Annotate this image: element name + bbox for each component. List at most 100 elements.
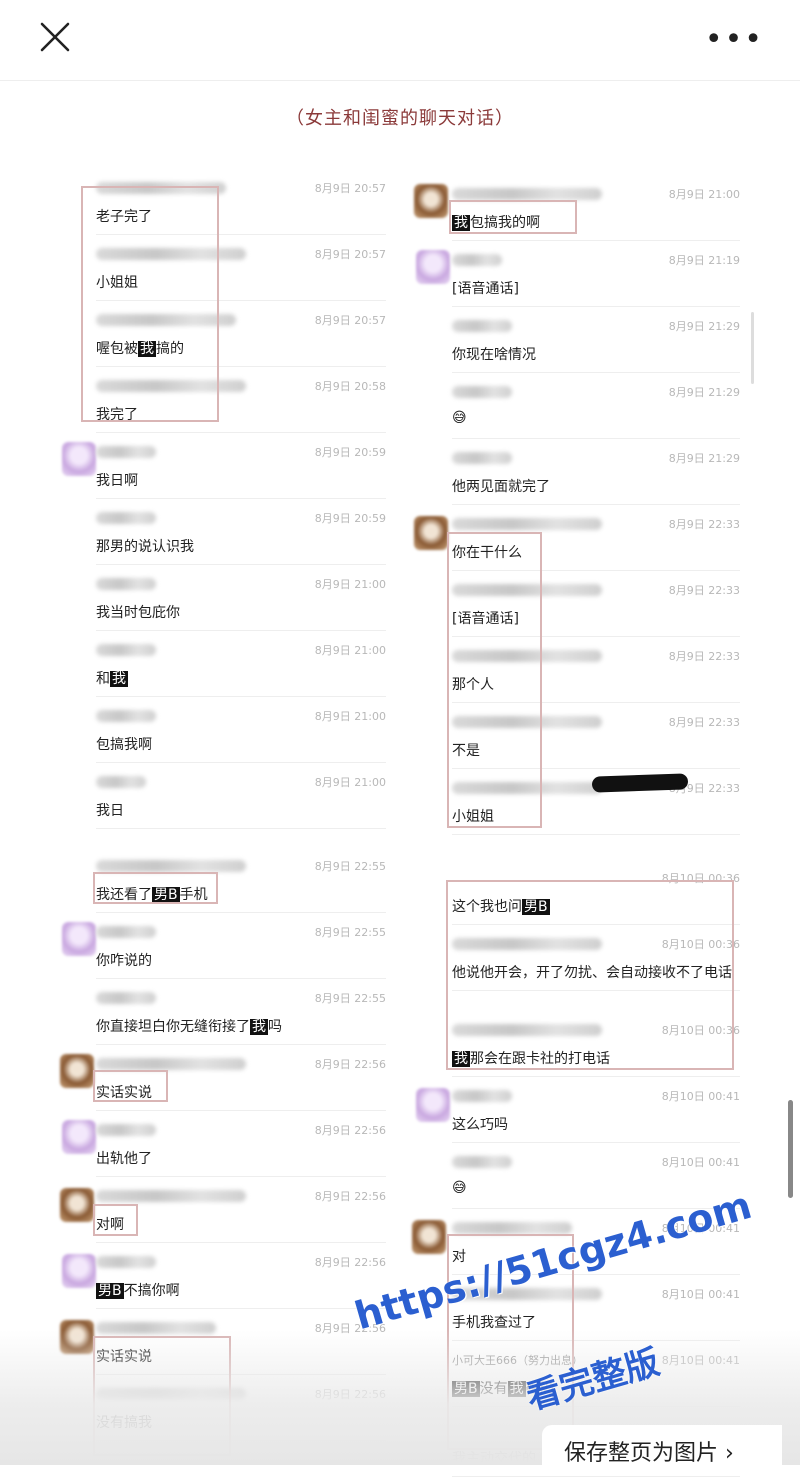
blurred-sender-name [452, 782, 602, 794]
blurred-sender-name [96, 446, 156, 458]
message-timestamp: 8月9日 22:33 [668, 650, 740, 663]
avatar [416, 1088, 450, 1122]
blurred-sender-name [452, 1024, 602, 1036]
message-text: 这个我也问 男B [452, 896, 550, 916]
message-text-part: 小姐姐 [452, 809, 494, 825]
chat-message: 8月9日 20:58 我完了 [96, 366, 386, 433]
blurred-sender-name [452, 254, 502, 266]
chat-message: 8月9日 20:57 喔包被我搞的 [96, 300, 386, 367]
chat-message: 8月9日 20:57 老子完了 [96, 168, 386, 235]
message-timestamp: 8月9日 21:29 [668, 320, 740, 333]
chat-message: 8月9日 21:00 包搞我啊 [96, 696, 386, 763]
chat-message: 8月9日 21:00 和我 [96, 630, 386, 697]
message-timestamp: 8月10日 00:36 [661, 938, 740, 951]
message-text: 我日 [96, 800, 124, 820]
blurred-sender-name [452, 320, 512, 332]
blurred-sender-name [96, 644, 156, 656]
avatar [414, 516, 448, 550]
message-timestamp: 8月9日 21:00 [668, 188, 740, 201]
message-text-part: 他说他开会，开了勿扰、会自动接收不了电话 [452, 965, 732, 981]
message-text-part: 老子完了 [96, 209, 152, 225]
save-page-as-image-button[interactable]: 保存整页为图片 › [542, 1425, 782, 1471]
close-icon[interactable] [38, 20, 72, 54]
censor-label: 我 [452, 215, 470, 231]
message-text-part: 😅 [452, 410, 467, 426]
message-text-part: 那会在跟卡社的打电话 [470, 1051, 610, 1067]
message-text-part: [语音通话] [452, 611, 519, 627]
message-text: [语音通话] [452, 608, 519, 628]
blurred-sender-name [96, 926, 156, 938]
chat-message: 8月9日 21:29 😅 [452, 372, 740, 439]
chat-message: 8月9日 22:55 你直接坦白你无缝衔接了我吗 [96, 978, 386, 1045]
message-timestamp: 8月10日 00:36 [661, 872, 740, 885]
more-options-icon[interactable]: ••• [705, 22, 764, 57]
message-text-part: 出轨他了 [96, 1151, 152, 1167]
message-timestamp: 8月9日 21:29 [668, 452, 740, 465]
censor-label: 我 [138, 341, 156, 357]
message-text: [语音通话] [452, 278, 519, 298]
inner-scrollbar[interactable] [751, 312, 754, 384]
message-text-part: 对啊 [96, 1217, 124, 1233]
chat-message: 8月9日 20:59 那男的说认识我 [96, 498, 386, 565]
message-text: 小姐姐 [452, 806, 494, 826]
censor-label: 男B [96, 1283, 124, 1299]
avatar [60, 1054, 94, 1088]
message-text: 我日啊 [96, 470, 138, 490]
chat-message: 8月9日 22:33 不是 [452, 702, 740, 769]
blurred-sender-name [452, 584, 602, 596]
censor-label: 男B [152, 887, 180, 903]
message-text: 这么巧吗 [452, 1114, 508, 1134]
message-text-part: 这个我也问 [452, 899, 522, 915]
chat-message: 8月9日 22:56 对啊 [96, 1176, 386, 1243]
message-text: 他两见面就完了 [452, 476, 550, 496]
message-timestamp: 8月9日 21:29 [668, 386, 740, 399]
message-text-part: 我完了 [96, 407, 138, 423]
page-scrollbar[interactable] [788, 1100, 793, 1198]
message-text: 喔包被我搞的 [96, 338, 184, 358]
blurred-sender-name [452, 188, 602, 200]
message-text-part: 吗 [268, 1019, 282, 1035]
blurred-sender-name [452, 938, 602, 950]
chat-message: 8月10日 00:36 他说他开会，开了勿扰、会自动接收不了电话 [452, 924, 740, 991]
message-text-part: 我当时包庇你 [96, 605, 180, 621]
blurred-sender-name [96, 578, 156, 590]
message-timestamp: 8月10日 00:36 [661, 1024, 740, 1037]
avatar [62, 442, 96, 476]
chat-message: 8月9日 21:29 他两见面就完了 [452, 438, 740, 505]
message-text: 我完了 [96, 404, 138, 424]
chat-message: 8月9日 22:55 我还看了 男B 手机 [96, 846, 386, 913]
message-timestamp: 8月9日 20:58 [314, 380, 386, 393]
message-timestamp: 8月9日 20:57 [314, 248, 386, 261]
message-text: 你咋说的 [96, 950, 152, 970]
chat-message: 8月9日 20:59 我日啊 [96, 432, 386, 499]
blurred-sender-name [96, 860, 246, 872]
message-text-part: 喔包被 [96, 341, 138, 357]
message-text: 老子完了 [96, 206, 152, 226]
message-text-part: 和 [96, 671, 110, 687]
avatar [62, 1120, 96, 1154]
chat-message: 8月9日 22:56 实话实说 [96, 1044, 386, 1111]
chat-message: 8月9日 22:56 男B 不搞你啊 [96, 1242, 386, 1309]
message-timestamp: 8月9日 21:00 [314, 578, 386, 591]
blurred-sender-name [96, 182, 226, 194]
message-timestamp: 8月9日 22:55 [314, 860, 386, 873]
chat-message: 8月9日 21:19 [语音通话] [452, 240, 740, 307]
message-text-part: 搞的 [156, 341, 184, 357]
chat-message: 8月10日 00:36 这个我也问 男B [452, 858, 740, 925]
message-text-part: 手机我查过了 [452, 1315, 536, 1331]
avatar [62, 1254, 96, 1288]
message-timestamp: 8月9日 22:55 [314, 926, 386, 939]
message-text-part: 手机 [179, 887, 208, 903]
message-text-part: [语音通话] [452, 281, 519, 297]
blurred-sender-name [96, 1124, 156, 1136]
message-text-part: 😅 [452, 1180, 467, 1196]
chat-message: 8月9日 20:57 小姐姐 [96, 234, 386, 301]
chat-message: 8月9日 21:00 我包搞我的啊 [452, 174, 740, 241]
message-text-part: 我还看了 [96, 887, 152, 903]
message-text: 手机我查过了 [452, 1312, 536, 1332]
message-text: 对啊 [96, 1214, 124, 1234]
blurred-sender-name [96, 1256, 156, 1268]
message-text: 出轨他了 [96, 1148, 152, 1168]
message-timestamp: 8月9日 20:59 [314, 446, 386, 459]
message-text-part: 实话实说 [96, 1085, 152, 1101]
